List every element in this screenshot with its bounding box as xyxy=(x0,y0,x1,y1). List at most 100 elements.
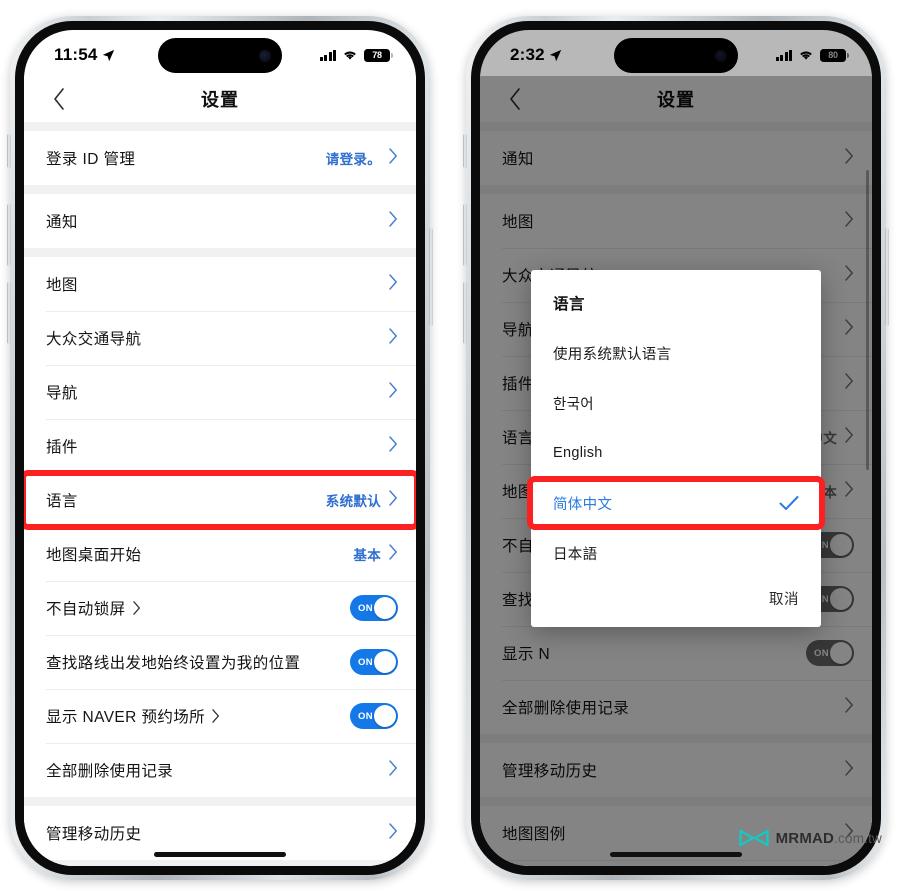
settings-row-label-text: 大众交通导航 xyxy=(46,331,142,348)
language-option[interactable]: 한국어 xyxy=(531,378,821,428)
phone-screen-right: 2:32 80 设置 通知 地图 导航 插件 语言 中文 基本 ON ON 显示… xyxy=(480,30,872,866)
language-option[interactable]: English xyxy=(531,428,821,478)
language-option[interactable]: 简体中文 xyxy=(531,478,821,528)
settings-row[interactable]: 查找路线出发地始终设置为我的位置 ON xyxy=(24,635,416,689)
settings-row-label-text: 管理移动历史 xyxy=(46,826,142,843)
settings-row-label-text: 导航 xyxy=(46,385,78,402)
settings-row-label: 显示 NAVER 预约场所 xyxy=(46,705,220,727)
list-group-gap xyxy=(24,248,416,257)
settings-row-label: 管理移动历史 xyxy=(46,822,141,844)
status-time-left: 11:54 xyxy=(54,41,115,65)
settings-row-accessory: ON xyxy=(350,649,398,675)
settings-row-value: 请登录。 xyxy=(325,152,381,167)
language-options-list[interactable]: 使用系统默认语言 한국어 English 简体中文日本語 xyxy=(531,328,821,578)
cancel-button[interactable]: 取消 xyxy=(769,588,799,609)
settings-list-left[interactable]: 登录 ID 管理 请登录。 通知地图大众交通导航 导航插件 语言 系统默认地图桌面开始 基本… xyxy=(24,122,416,866)
settings-row-accessory xyxy=(389,435,398,457)
settings-row-accessory: 基本 xyxy=(353,543,398,565)
volume-down-button-right-phone[interactable] xyxy=(463,282,467,344)
phone-bezel-right: 2:32 80 设置 通知 地图 导航 插件 语言 中文 基本 ON ON 显示… xyxy=(471,21,881,875)
volume-down-button-left-phone[interactable] xyxy=(7,282,11,344)
settings-row-chevron xyxy=(389,822,398,844)
watermark-domain: .com.tw xyxy=(834,830,882,846)
list-scrollbar-right[interactable] xyxy=(866,170,869,470)
settings-row-label-text: 显示 NAVER 预约场所 xyxy=(46,709,206,726)
list-group-gap xyxy=(24,797,416,806)
status-time-label-left: 11:54 xyxy=(54,45,98,64)
language-option[interactable]: 使用系统默认语言 xyxy=(531,328,821,378)
toggle-state-label: ON xyxy=(358,710,374,722)
checkmark-icon xyxy=(779,496,799,510)
chevron-right-icon xyxy=(132,601,140,615)
toggle-state-label: ON xyxy=(358,602,374,614)
settings-row-label: 导航 xyxy=(46,381,78,403)
settings-row-label: 地图桌面开始 xyxy=(46,543,141,565)
settings-row-label-text: 查找路线出发地始终设置为我的位置 xyxy=(46,655,301,672)
list-group-gap xyxy=(24,185,416,194)
chevron-right-icon xyxy=(389,543,397,560)
settings-row[interactable]: 大众交通导航 xyxy=(24,311,416,365)
language-dialog-actions: 取消 xyxy=(531,578,821,627)
settings-row-toggle[interactable]: ON xyxy=(350,595,398,621)
action-button-right-phone[interactable] xyxy=(463,134,467,168)
back-button-left[interactable] xyxy=(46,86,72,112)
settings-row-accessory: 请登录。 xyxy=(325,147,398,169)
toggle-knob xyxy=(374,705,396,727)
action-button-left-phone[interactable] xyxy=(7,134,11,168)
toggle-knob xyxy=(374,597,396,619)
settings-row-chevron xyxy=(389,210,398,232)
mrmad-bowtie-logo-icon xyxy=(738,829,769,847)
settings-row[interactable]: 地图桌面开始 基本 xyxy=(24,527,416,581)
watermark-text: MRMAD.com.tw xyxy=(776,830,882,847)
power-button-left-phone[interactable] xyxy=(429,228,433,326)
phone-left: 11:54 78 设置 登录 ID 管理 请登录。 通知 地图 大众交通导航 导… xyxy=(7,16,433,880)
list-group-gap xyxy=(24,860,416,866)
settings-row-label-text: 地图 xyxy=(46,277,78,294)
settings-row[interactable]: 通知 xyxy=(24,194,416,248)
cellular-bars-icon xyxy=(319,49,336,61)
battery-level-left: 78 xyxy=(372,50,382,60)
home-indicator-left xyxy=(154,852,286,857)
language-option-label: English xyxy=(553,445,603,461)
settings-row-accessory xyxy=(389,327,398,349)
settings-row[interactable]: 插件 xyxy=(24,419,416,473)
settings-row-label: 地图 xyxy=(46,273,78,295)
watermark-brand: MRMAD xyxy=(775,829,835,847)
chevron-left-icon xyxy=(54,88,64,110)
settings-row[interactable]: 全部删除使用记录 xyxy=(24,743,416,797)
volume-up-button-right-phone[interactable] xyxy=(463,204,467,266)
settings-row-value: 系统默认 xyxy=(325,494,381,509)
settings-row-accessory: 系统默认 xyxy=(325,489,398,511)
settings-row-toggle[interactable]: ON xyxy=(350,703,398,729)
settings-row[interactable]: 显示 NAVER 预约场所 ON xyxy=(24,689,416,743)
settings-row-chevron xyxy=(389,147,398,169)
chevron-right-icon xyxy=(212,709,220,723)
settings-row-accessory xyxy=(389,759,398,781)
volume-up-button-left-phone[interactable] xyxy=(7,204,11,266)
settings-row-toggle[interactable]: ON xyxy=(350,649,398,675)
language-option-label: 简体中文 xyxy=(553,496,613,513)
settings-row-chevron xyxy=(389,273,398,295)
settings-row-chevron xyxy=(389,543,398,565)
settings-row[interactable]: 语言 系统默认 xyxy=(24,473,416,527)
settings-row[interactable]: 登录 ID 管理 请登录。 xyxy=(24,131,416,185)
settings-row[interactable]: 不自动锁屏 ON xyxy=(24,581,416,635)
settings-row[interactable]: 导航 xyxy=(24,365,416,419)
screenshot-stage: 11:54 78 设置 登录 ID 管理 请登录。 通知 地图 大众交通导航 导… xyxy=(0,0,900,894)
location-arrow-icon xyxy=(102,49,114,61)
phone-screen-left: 11:54 78 设置 登录 ID 管理 请登录。 通知 地图 大众交通导航 导… xyxy=(24,30,416,866)
settings-row[interactable]: 地图 xyxy=(24,257,416,311)
chevron-right-icon xyxy=(389,489,397,506)
language-option[interactable]: 日本語 xyxy=(531,528,821,578)
settings-row-label-text: 全部删除使用记录 xyxy=(46,763,174,780)
settings-row-label-text: 地图桌面开始 xyxy=(46,547,142,564)
front-camera-icon xyxy=(259,49,271,62)
language-option-label: 使用系统默认语言 xyxy=(553,346,672,363)
status-icons-left: 78 xyxy=(319,45,393,62)
settings-row-accessory xyxy=(389,210,398,232)
page-title-left: 设置 xyxy=(201,90,239,110)
chevron-right-icon xyxy=(389,327,397,344)
chevron-right-icon xyxy=(389,273,397,290)
power-button-right-phone[interactable] xyxy=(885,228,889,326)
chevron-right-icon xyxy=(389,822,397,839)
